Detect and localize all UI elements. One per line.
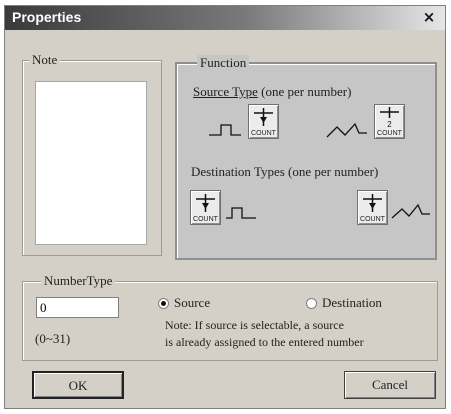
- ramp-wave-icon: [391, 203, 430, 219]
- destination-types-label: Destination Types (one per number): [191, 164, 379, 179]
- title-bar[interactable]: Properties ×: [5, 6, 445, 30]
- source-note-line-1: Note: If source is selectable, a source: [165, 318, 344, 332]
- note-legend: Note: [29, 52, 61, 68]
- count-label: COUNT: [251, 130, 276, 137]
- note-group: Note: [22, 52, 162, 256]
- count-label: COUNT: [193, 216, 218, 223]
- window-title: Properties: [12, 9, 82, 25]
- source-type-rest: (one per number): [257, 84, 352, 99]
- source-radio[interactable]: [158, 298, 169, 309]
- destination-count-pulse-button[interactable]: COUNT: [190, 190, 221, 225]
- function-group: Function Source Type (one per number) CO…: [175, 55, 437, 260]
- number-type-group: NumberType (0~31) Source Destination Not…: [22, 273, 438, 361]
- source-note-line-2: is already assigned to the entered numbe…: [165, 335, 364, 349]
- destination-count-ramp-button[interactable]: COUNT: [357, 190, 388, 225]
- ramp-wave-icon: [326, 122, 367, 138]
- count-icon: [254, 108, 273, 126]
- count-label: COUNT: [360, 216, 385, 223]
- note-textarea[interactable]: [35, 81, 147, 245]
- pulse-wave-icon: [209, 124, 241, 136]
- source-count-ramp-button[interactable]: 2 COUNT: [374, 104, 405, 139]
- source-type-underlined: Source Type: [193, 84, 258, 99]
- close-icon[interactable]: ×: [420, 9, 438, 26]
- range-label: (0~31): [35, 331, 71, 346]
- ok-button[interactable]: OK: [32, 371, 124, 399]
- svg-text:2: 2: [387, 120, 392, 129]
- number-type-legend: NumberType: [41, 273, 116, 289]
- count-icon: 2: [380, 107, 399, 129]
- count-label: COUNT: [377, 130, 402, 137]
- properties-dialog: Properties × Note Function Source Type (…: [4, 5, 446, 409]
- source-radio-label[interactable]: Source: [174, 295, 210, 311]
- count-icon: [363, 194, 382, 212]
- source-type-label: Source Type (one per number): [193, 84, 351, 100]
- destination-radio-label[interactable]: Destination: [322, 295, 382, 311]
- function-legend: Function: [197, 55, 250, 71]
- source-count-pulse-button[interactable]: COUNT: [248, 104, 279, 139]
- number-input[interactable]: [36, 297, 119, 318]
- count-icon: [196, 194, 215, 212]
- destination-radio[interactable]: [306, 298, 317, 309]
- cancel-button[interactable]: Cancel: [344, 371, 436, 399]
- pulse-wave-icon: [226, 207, 256, 219]
